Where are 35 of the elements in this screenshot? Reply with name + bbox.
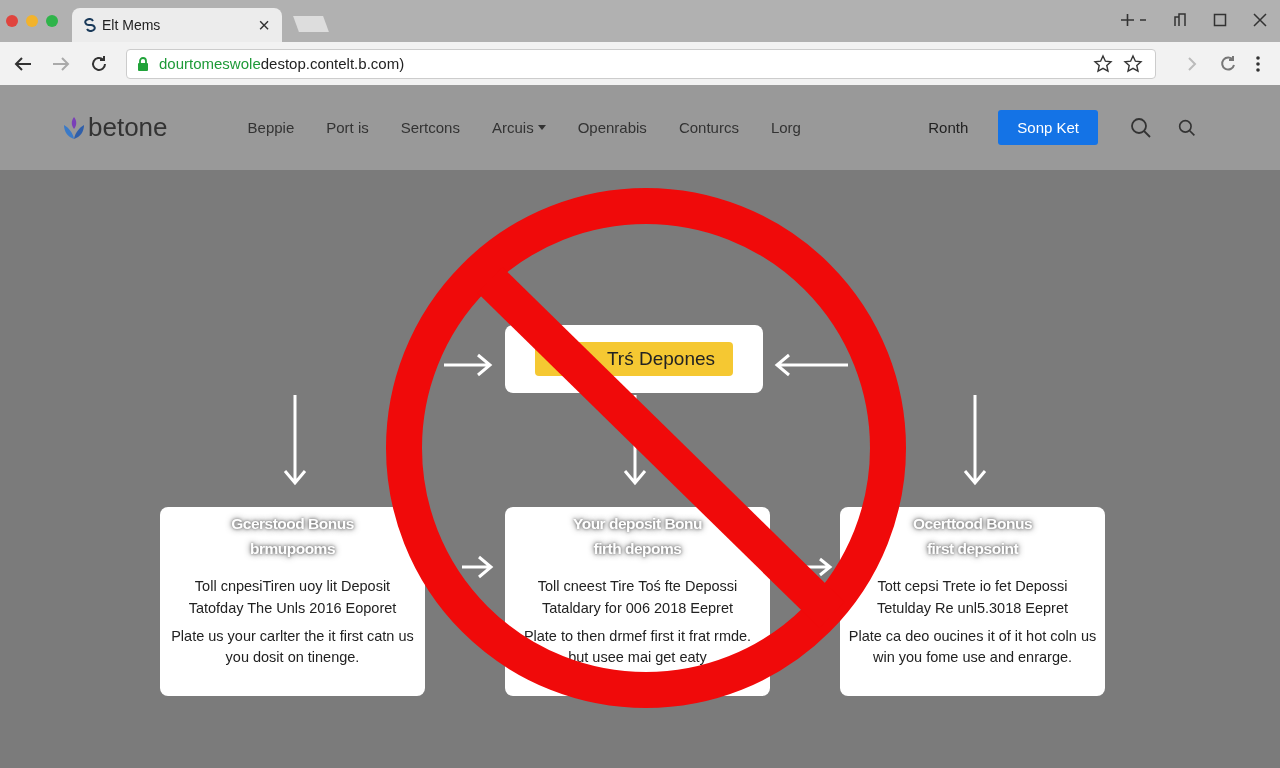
- signup-button[interactable]: Sonp Ket: [998, 110, 1098, 145]
- signin-link[interactable]: Ronth: [928, 119, 969, 136]
- nav-link[interactable]: Lorg: [770, 119, 801, 136]
- card-title: Your deposit Bonu firth depoms: [573, 514, 702, 561]
- tab-title: Elt Mems: [102, 17, 162, 33]
- address-field[interactable]: dourtomeswoledestop.contelt.b.com): [126, 48, 1156, 79]
- logo-text[interactable]: betone: [88, 112, 168, 143]
- lock-icon: [137, 55, 149, 72]
- card-subtitle: Toll cnpesiTiren uoy lit Deposit Tatofday The Unls 2016 Eoporet: [188, 577, 397, 618]
- card-title: Ocerttood Bonus first depsoint: [912, 514, 1033, 561]
- card-title: Gcerstood Bonus brmupooms: [231, 514, 354, 561]
- maximize-icon[interactable]: [1212, 12, 1228, 28]
- nav-link[interactable]: Beppie: [247, 119, 295, 136]
- nav-link[interactable]: Sertcons: [400, 119, 460, 136]
- search-icon[interactable]: [1130, 116, 1152, 139]
- menu-icon[interactable]: [1254, 53, 1262, 74]
- nav-link[interactable]: Port is: [326, 119, 369, 136]
- nav-link[interactable]: Conturcs: [678, 119, 739, 136]
- restore-icon[interactable]: [1172, 12, 1188, 28]
- star-icon[interactable]: [1123, 53, 1143, 74]
- nav-link[interactable]: Openrabis: [577, 119, 647, 136]
- card-subtitle: Toll cneest Tire Toś fte Depossi Tataldary for 006 2018 Eepret: [537, 577, 738, 618]
- close-icon[interactable]: [1252, 12, 1268, 28]
- arrow: [460, 555, 494, 579]
- card-text: Plate ca deo oucines it of it hot coln us win you fome use and enrarge.: [848, 627, 1097, 667]
- browser-tab[interactable]: Elt Mems ×: [72, 8, 282, 42]
- site-icon: [84, 18, 96, 32]
- star-icon[interactable]: [1093, 53, 1113, 74]
- add-icon[interactable]: [1120, 12, 1148, 28]
- card-subtitle: Tott cepsi Trete io fet Depossi Tetulday Re unl5.3018 Eepret: [876, 577, 1069, 618]
- close-tab-button[interactable]: ×: [258, 13, 270, 37]
- search-icon[interactable]: [1178, 118, 1196, 137]
- nav-link[interactable]: Arcuis: [491, 119, 546, 136]
- card-text: Plate us your carlter the it first catn us you dosit on tinenge.: [170, 627, 415, 667]
- arrow: [442, 353, 493, 377]
